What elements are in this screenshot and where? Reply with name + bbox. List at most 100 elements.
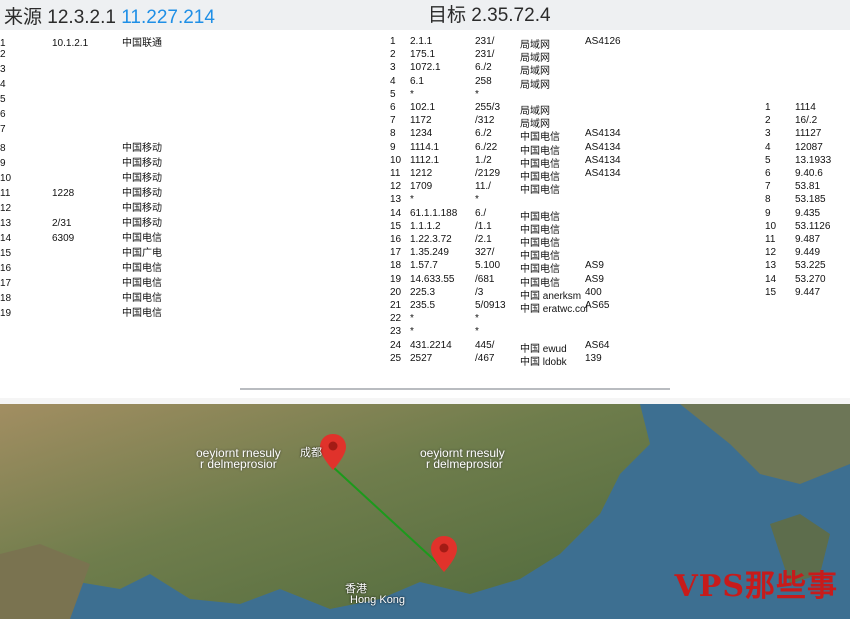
- far-right-cell-b: 11127: [795, 128, 822, 140]
- far-right-cell-a: 11: [765, 234, 776, 245]
- left-table-row: 7: [0, 124, 172, 135]
- left-cell-hop: 19: [0, 308, 12, 319]
- far-right-row: 12 9.449: [240, 247, 850, 258]
- far-right-row: 11 9.487: [240, 234, 850, 245]
- far-right-row: 9 9.435: [240, 208, 850, 219]
- left-cell-isp: 中国电信: [122, 308, 162, 319]
- far-right-cell-a: 3: [765, 128, 771, 140]
- left-cell-hop: 13: [0, 218, 12, 229]
- left-cell-hop: 3: [0, 64, 6, 75]
- far-right-cell-a: 7: [765, 181, 771, 193]
- left-table-row: 1 10.1.2.1 中国联通: [0, 34, 172, 49]
- right-cell-rtt: 231/: [475, 36, 495, 47]
- right-cell-rtt: /467: [475, 352, 495, 364]
- source-ip-highlight: 11.227.214: [121, 7, 215, 28]
- far-right-cell-a: 9: [765, 207, 771, 219]
- right-table-row: 23 * *: [240, 326, 850, 337]
- source-prefix: 来源: [4, 7, 43, 28]
- left-table-row: 13 2/31 中国移动: [0, 214, 172, 229]
- left-table-row: 10 中国移动: [0, 169, 172, 184]
- left-cell-hop: 12: [0, 203, 12, 214]
- route-map[interactable]: oeyiornt rnesuly r delmeprosior oeyiornt…: [0, 404, 850, 619]
- far-right-cell-b: 53.270: [795, 273, 826, 285]
- far-right-cell-b: 9.449: [795, 247, 821, 259]
- right-cell-hop: 24: [390, 339, 402, 351]
- right-cell-asn: 139: [585, 352, 602, 364]
- header-bar: 来源 12.3.2.1 11.227.214 目标 2.35.72.4: [0, 0, 850, 30]
- far-right-cell-b: 9.435: [795, 207, 821, 219]
- left-cell-hop: 4: [0, 79, 6, 90]
- far-right-cell-b: 53.1126: [795, 220, 831, 232]
- far-right-cell-a: 13: [765, 260, 777, 272]
- left-cell-isp: 中国移动: [122, 188, 162, 199]
- far-right-cell-a: 8: [765, 194, 771, 206]
- far-right-cell-b: 1114: [795, 102, 816, 113]
- far-right-cell-b: 53.185: [795, 194, 826, 206]
- right-cell-ip: 2527: [410, 352, 433, 364]
- watermark-logo: VPS那些事: [674, 569, 838, 604]
- dest-city-cn-label: 香港: [345, 583, 367, 595]
- left-cell-ip: 6309: [52, 233, 75, 244]
- left-cell-isp: 中国联通: [122, 38, 162, 49]
- left-cell-hop: 16: [0, 263, 12, 274]
- far-right-row: 1 1114: [240, 102, 850, 113]
- destination-pin-icon[interactable]: [431, 536, 457, 572]
- left-cell-isp: 中国移动: [122, 173, 162, 184]
- far-right-cell-b: 16/.2: [795, 115, 818, 127]
- far-right-cell-a: 10: [765, 220, 777, 232]
- left-cell-hop: 11: [0, 188, 11, 199]
- left-cell-isp: 中国移动: [122, 158, 162, 169]
- source-ip-plain: 12.3.2.1: [47, 7, 116, 28]
- right-cell-ip: 2.1.1: [410, 36, 433, 47]
- right-cell-asn: AS64: [585, 339, 610, 351]
- right-cell-rtt: 445/: [475, 339, 495, 351]
- far-right-row: 15 9.447: [240, 287, 850, 298]
- far-right-cell-a: 2: [765, 115, 771, 127]
- right-cell-rtt: 258: [475, 75, 492, 87]
- left-cell-hop: 1: [0, 38, 6, 49]
- source-ip: 来源 12.3.2.1 11.227.214: [4, 2, 215, 29]
- left-cell-isp: 中国电信: [122, 293, 162, 304]
- left-cell-isp: 中国移动: [122, 218, 162, 229]
- left-cell-hop: 6: [0, 109, 6, 120]
- right-table-row: 3 1072.1 6./2 局域网: [240, 62, 850, 77]
- left-cell-isp: 中国电信: [122, 233, 162, 244]
- far-right-cell-a: 14: [765, 273, 777, 285]
- left-cell-hop: 2: [0, 49, 6, 60]
- origin-pin-icon[interactable]: [320, 434, 346, 470]
- far-right-cell-a: 5: [765, 154, 771, 166]
- left-cell-hop: 8: [0, 143, 6, 154]
- left-cell-hop: 15: [0, 248, 12, 259]
- left-table-row: 19 中国电信: [0, 304, 172, 319]
- left-table-row: 3: [0, 64, 172, 75]
- right-cell-hop: 3: [390, 62, 396, 74]
- right-cell-hop: 4: [390, 75, 396, 87]
- left-cell-isp: 中国电信: [122, 278, 162, 289]
- far-right-cell-b: 9.447: [795, 286, 821, 298]
- far-right-cell-b: 53.81: [795, 181, 821, 193]
- target-ip: 目标 2.35.72.4: [428, 0, 551, 27]
- right-cell-rtt: 6./2: [475, 62, 492, 74]
- left-table-row: 18 中国电信: [0, 289, 172, 304]
- left-cell-isp: 中国移动: [122, 203, 162, 214]
- right-cell-ip: 431.2214: [410, 339, 452, 351]
- right-cell-hop: 5: [390, 88, 396, 100]
- right-cell-hop: 21: [390, 300, 402, 311]
- far-right-cell-b: 12087: [795, 141, 823, 153]
- far-right-row: 2 16/.2: [240, 115, 850, 126]
- right-cell-hop: 1: [390, 36, 396, 47]
- far-right-row: 10 53.1126: [240, 221, 850, 232]
- far-right-cell-a: 4: [765, 141, 771, 153]
- far-right-cell-a: 12: [765, 247, 777, 259]
- right-table-row: 22 * *: [240, 313, 850, 324]
- left-cell-ip: 1228: [52, 188, 75, 199]
- right-table-row: 1 2.1.1 231/局域网 AS4126: [240, 36, 850, 51]
- target-prefix: 目标: [428, 5, 467, 26]
- far-right-row: 6 9.40.6: [240, 168, 850, 179]
- left-cell-isp: 中国移动: [122, 143, 162, 154]
- left-table-row: 9 中国移动: [0, 154, 172, 169]
- far-right-row: 5 13.1933: [240, 155, 850, 166]
- origin-city-label: 成都: [300, 447, 322, 459]
- right-cell-ip: *: [410, 326, 414, 338]
- far-right-cell-a: 6: [765, 168, 771, 179]
